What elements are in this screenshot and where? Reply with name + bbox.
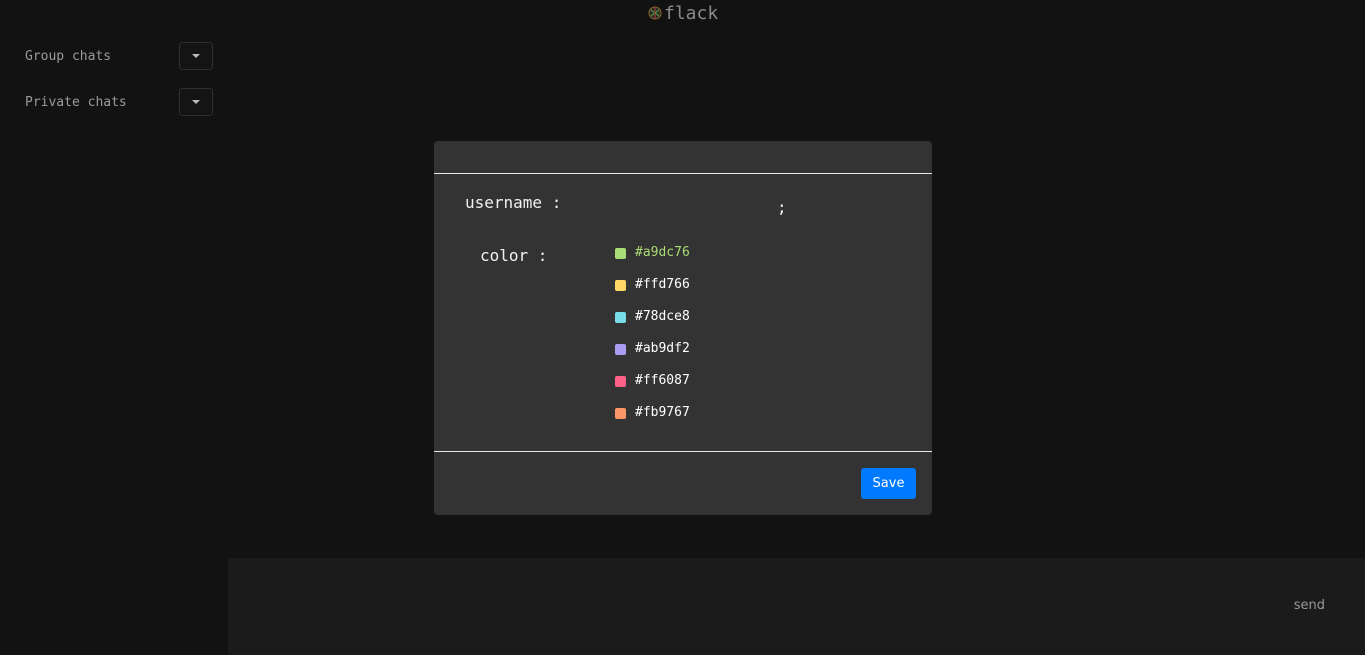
color-swatch [615,376,626,387]
color-option-label: #ffd766 [635,277,690,292]
color-option[interactable]: #ff6087 [615,372,690,404]
modal-header [434,141,932,174]
sidebar-item-label: Private chats [25,94,127,110]
chevron-down-icon [192,100,200,104]
color-label: color : [480,246,548,265]
color-option[interactable]: #ab9df2 [615,340,690,372]
checkered-ball-icon [648,6,662,20]
send-button[interactable]: send [1294,598,1325,613]
color-swatch [615,248,626,259]
color-swatch [615,344,626,355]
app-window: Group chats Private chats flack username… [0,0,1365,655]
private-chats-dropdown-button[interactable] [179,88,213,116]
color-option[interactable]: #fb9767 [615,404,690,436]
settings-modal: username : ; color : #a9dc76 #ffd766 #78… [434,141,932,515]
color-option-label: #a9dc76 [635,245,690,260]
color-swatch [615,408,626,419]
save-button[interactable]: Save [861,468,916,499]
color-swatch [615,280,626,291]
username-value[interactable]: ; [777,198,787,217]
color-option[interactable]: #78dce8 [615,308,690,340]
color-option[interactable]: #ffd766 [615,276,690,308]
app-title: flack [648,1,718,25]
color-option-label: #ab9df2 [635,341,690,356]
color-option-label: #78dce8 [635,309,690,324]
message-composer[interactable]: send [228,558,1365,655]
color-swatch [615,312,626,323]
modal-body: username : ; color : #a9dc76 #ffd766 #78… [434,174,932,452]
app-title-text: flack [664,2,719,24]
sidebar-item-label: Group chats [25,48,112,64]
sidebar-item-group-chats[interactable]: Group chats [25,40,213,72]
modal-footer: Save [434,452,932,515]
group-chats-dropdown-button[interactable] [179,42,213,70]
color-option-label: #ff6087 [635,373,690,388]
color-option[interactable]: #a9dc76 [615,244,690,276]
sidebar: Group chats Private chats [0,0,228,655]
color-option-label: #fb9767 [635,405,690,420]
color-options-list: #a9dc76 #ffd766 #78dce8 #ab9df2 #ff6087 [615,244,690,436]
username-label: username : [465,193,562,212]
chevron-down-icon [192,54,200,58]
sidebar-item-private-chats[interactable]: Private chats [25,86,213,118]
